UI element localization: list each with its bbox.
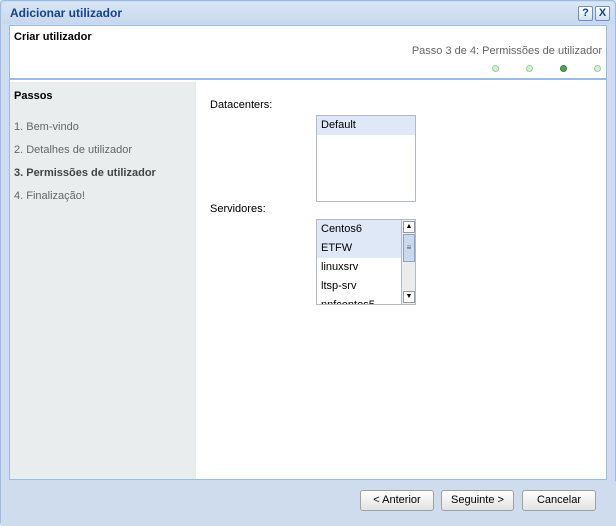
scroll-down-arrow-icon[interactable]: ▼ — [403, 291, 415, 303]
step-item-welcome: 1. Bem-vindo — [14, 121, 79, 133]
datacenters-listbox[interactable]: Default — [316, 115, 416, 202]
datacenter-item-default[interactable]: Default — [317, 116, 415, 135]
step-item-user-details: 2. Detalhes de utilizador — [14, 144, 133, 156]
add-user-dialog: Adicionar utilizador ? X Criar utilizado… — [0, 0, 616, 526]
step-item-finish: 4. Finalização! — [14, 190, 85, 202]
step-item-user-permissions: 3. Permissões de utilizador — [14, 167, 156, 179]
wizard-header: Criar utilizador Passo 3 de 4: Permissõe… — [10, 26, 606, 80]
permissions-panel: Datacenters: Default Servidores: Centos6… — [196, 82, 606, 479]
step-progress-dots — [492, 65, 602, 73]
wizard-body: Criar utilizador Passo 3 de 4: Permissõe… — [9, 25, 607, 480]
datacenters-label: Datacenters: — [210, 99, 273, 111]
help-icon[interactable]: ? — [578, 6, 593, 21]
dialog-titlebar[interactable]: Adicionar utilizador ? X — [2, 2, 614, 24]
step-dot-3 — [560, 65, 567, 72]
dialog-title: Adicionar utilizador — [10, 6, 123, 20]
back-button[interactable]: < Anterior — [360, 490, 434, 511]
server-item-ltsp-srv[interactable]: ltsp-srv — [317, 277, 401, 296]
server-item-etfw[interactable]: ETFW — [317, 239, 401, 258]
step-dot-2 — [526, 65, 533, 72]
server-item-centos6[interactable]: Centos6 — [317, 220, 401, 239]
servers-listbox[interactable]: Centos6 ETFW linuxsrv ltsp-srv nnfcentos… — [316, 219, 416, 305]
scroll-thumb[interactable]: ≡ — [403, 234, 415, 262]
step-indicator-text: Passo 3 de 4: Permissões de utilizador — [411, 45, 602, 57]
step-dot-1 — [492, 65, 499, 72]
server-item-nnfcentos5[interactable]: nnfcentos5 — [317, 296, 401, 304]
close-icon[interactable]: X — [595, 6, 610, 21]
steps-heading: Passos — [14, 90, 53, 102]
dialog-footer: < Anterior Seguinte > Cancelar — [1, 481, 616, 526]
step-dot-4 — [594, 65, 601, 72]
steps-sidebar: Passos 1. Bem-vindo 2. Detalhes de utili… — [10, 82, 196, 479]
cancel-button[interactable]: Cancelar — [522, 490, 596, 511]
servers-label: Servidores: — [210, 203, 266, 215]
wizard-title: Criar utilizador — [14, 31, 92, 43]
next-button[interactable]: Seguinte > — [441, 490, 514, 511]
scroll-up-arrow-icon[interactable]: ▲ — [403, 221, 415, 233]
servers-scrollbar[interactable]: ▲ ≡ ▼ — [401, 220, 415, 304]
server-item-linuxsrv[interactable]: linuxsrv — [317, 258, 401, 277]
